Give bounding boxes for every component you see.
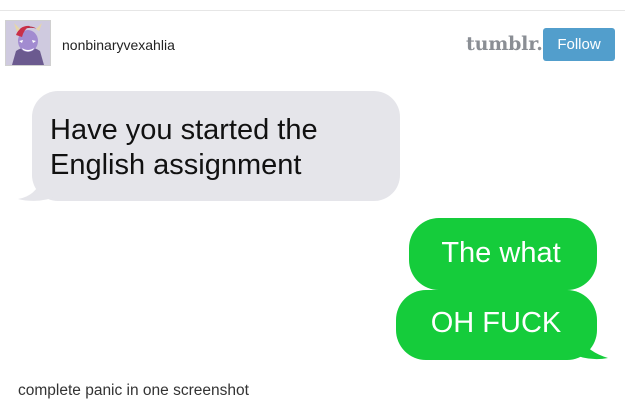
- message-bubbles: [18, 91, 608, 360]
- post-caption: complete panic in one screenshot: [18, 382, 249, 399]
- incoming-message-text: Have you started the English assignment: [50, 114, 318, 181]
- outgoing-message-text-1: The what: [441, 237, 561, 269]
- outgoing-message-text-2: OH FUCK: [430, 307, 562, 339]
